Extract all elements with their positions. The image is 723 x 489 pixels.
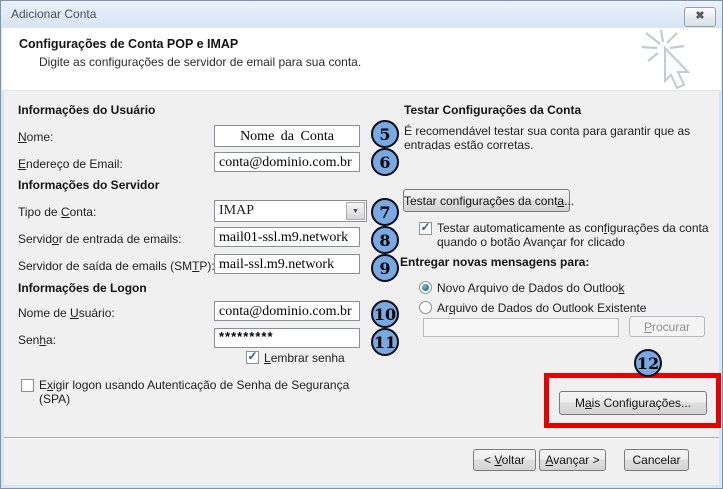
test-settings-description: É recomendável testar sua conta para gar… [404, 124, 691, 152]
check-icon: ✓ [247, 349, 258, 363]
step-badge-11: 11 [371, 328, 399, 356]
window-frame-left [1, 28, 4, 488]
spa-label: Exigir logon usando Autenticação de Senh… [39, 378, 350, 406]
existing-data-file-label: Arquivo de Dados do Outlook Existente [437, 301, 647, 315]
close-button[interactable]: ✖ [684, 7, 716, 27]
existing-file-path-input[interactable] [423, 318, 619, 337]
new-data-file-label: Novo Arquivo de Dados do Outlook [437, 281, 625, 295]
footer-divider [2, 437, 721, 439]
add-account-dialog: Adicionar Conta ✖ Configurações de Conta… [0, 0, 723, 489]
close-icon: ✖ [695, 10, 705, 22]
cancel-button[interactable]: Cancelar [624, 449, 689, 471]
incoming-server-label: Servidor de entrada de emails: [18, 232, 182, 246]
email-input[interactable]: conta@dominio.com.br [214, 152, 360, 172]
check-icon: ✓ [420, 220, 431, 234]
step-badge-8: 8 [371, 226, 399, 254]
test-account-settings-button[interactable]: Testar configurações da conta... [403, 189, 574, 212]
name-input[interactable]: Nome da Conta [214, 125, 360, 147]
cursor-starburst-icon [641, 30, 691, 90]
outgoing-server-label: Servidor de saída de emails (SMTP): [18, 259, 215, 273]
account-type-select[interactable]: IMAP ▼ [214, 200, 367, 222]
delivery-heading: Entregar novas mensagens para: [400, 255, 590, 269]
spa-checkbox[interactable] [21, 379, 34, 392]
window-title: Adicionar Conta [11, 7, 97, 21]
account-type-label: Tipo de Conta: [18, 205, 97, 219]
account-type-value: IMAP [219, 203, 255, 218]
chevron-down-icon[interactable]: ▼ [346, 202, 365, 220]
page-title: Configurações de Conta POP e IMAP [19, 37, 239, 51]
next-button[interactable]: Avançar > [539, 449, 606, 471]
radio-dot-icon [422, 284, 429, 291]
step-badge-10: 10 [371, 300, 399, 328]
step-badge-7: 7 [371, 198, 399, 226]
page-subtitle: Digite as configurações de servidor de e… [39, 55, 362, 69]
back-button[interactable]: < Voltar [473, 449, 536, 471]
step-badge-12: 12 [634, 349, 662, 377]
test-settings-heading: Testar Configurações da Conta [404, 103, 582, 117]
section-server-info: Informações do Servidor [18, 178, 160, 192]
section-user-info: Informações do Usuário [18, 103, 156, 117]
new-data-file-radio[interactable] [419, 281, 432, 294]
auto-test-checkbox[interactable]: ✓ [419, 220, 432, 235]
existing-data-file-radio[interactable] [419, 301, 432, 314]
step-badge-5: 5 [371, 120, 399, 148]
password-input[interactable]: ********* [214, 328, 360, 348]
browse-button[interactable]: Procurar [629, 316, 705, 337]
wizard-header: Configurações de Conta POP e IMAP Digite… [2, 28, 721, 91]
window-frame-bottom [1, 485, 722, 488]
remember-password-checkbox[interactable]: ✓ [246, 349, 259, 364]
step-badge-6: 6 [371, 148, 399, 176]
incoming-server-input[interactable]: mail01-ssl.m9.network [214, 227, 360, 247]
section-logon-info: Informações de Logon [18, 281, 147, 295]
email-label: Endereço de Email: [18, 157, 123, 171]
username-input[interactable]: conta@dominio.com.br [214, 301, 360, 321]
name-label: Nome: [18, 130, 54, 144]
step-badge-9: 9 [371, 254, 399, 282]
username-label: Nome de Usuário: [18, 306, 115, 320]
outgoing-server-input[interactable]: mail-ssl.m9.network [214, 254, 360, 274]
more-settings-button[interactable]: Mais Configurações... [559, 391, 707, 415]
auto-test-label: Testar automaticamente as configurações … [437, 221, 709, 249]
password-label: Senha: [18, 333, 57, 347]
remember-password-label: Lembrar senha [264, 351, 345, 365]
titlebar: Adicionar Conta ✖ [1, 1, 722, 28]
